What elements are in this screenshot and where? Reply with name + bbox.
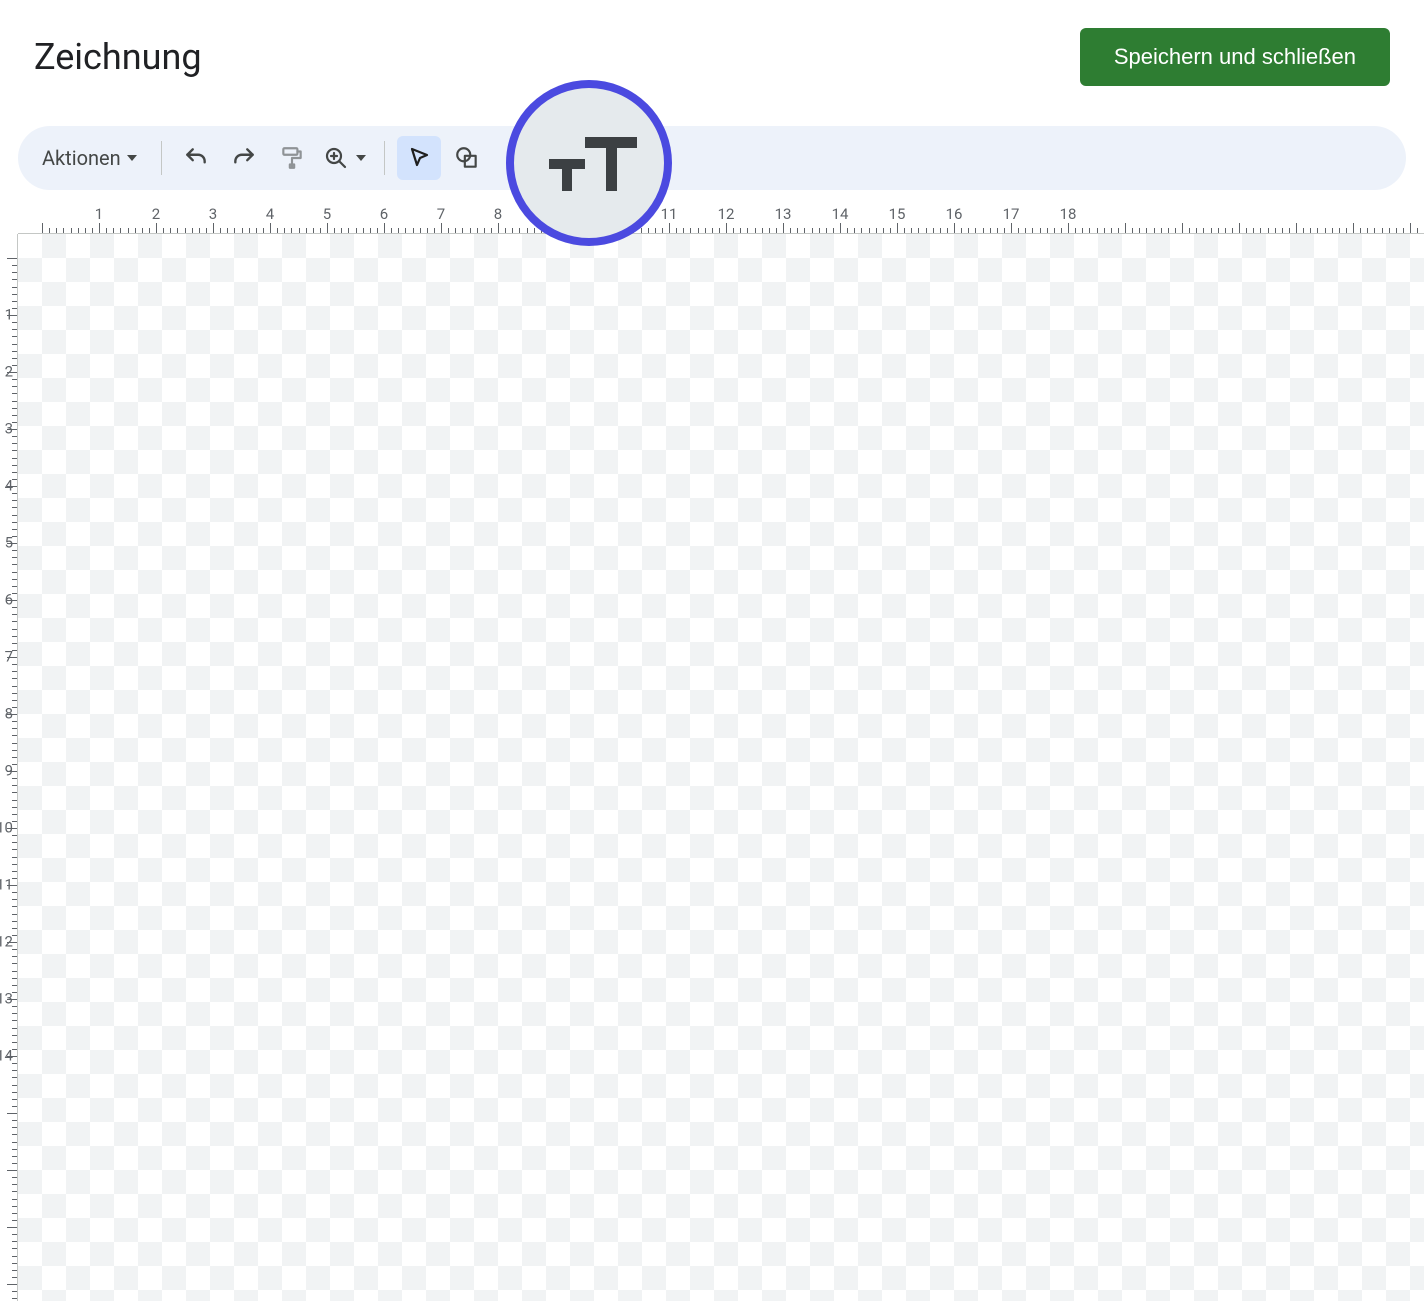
ruler-number: 10 <box>0 821 13 836</box>
save-and-close-button[interactable]: Speichern und schließen <box>1080 28 1390 86</box>
ruler-number: 4 <box>266 205 274 223</box>
undo-icon <box>183 145 209 171</box>
dropdown-arrow-icon <box>127 155 137 161</box>
ruler-number: 14 <box>0 1049 13 1064</box>
actions-menu-label: Aktionen <box>42 146 121 170</box>
separator <box>161 141 162 175</box>
ruler-number: 7 <box>5 650 13 665</box>
ruler-number: 1 <box>5 308 13 323</box>
ruler-number: 11 <box>661 205 678 223</box>
ruler-number: 5 <box>5 536 13 551</box>
ruler-number: 12 <box>718 205 735 223</box>
zoom-icon <box>324 146 348 170</box>
ruler-number: 2 <box>152 205 160 223</box>
separator <box>384 141 385 175</box>
ruler-number: 3 <box>5 422 13 437</box>
zoom-button[interactable] <box>318 136 372 180</box>
drawing-canvas[interactable] <box>18 234 1424 1301</box>
cursor-icon <box>407 146 431 170</box>
dialog-title: Zeichnung <box>34 36 202 78</box>
ruler-area: 123456789101112131415161718 123456789101… <box>0 204 1424 1301</box>
ruler-number: 13 <box>775 205 792 223</box>
actions-menu-button[interactable]: Aktionen <box>36 136 149 180</box>
ruler-number: 3 <box>209 205 217 223</box>
ruler-number: 5 <box>323 205 331 223</box>
ruler-number: 7 <box>437 205 445 223</box>
ruler-number: 6 <box>380 205 388 223</box>
redo-button[interactable] <box>222 136 266 180</box>
redo-icon <box>231 145 257 171</box>
shape-tool-button[interactable] <box>445 136 489 180</box>
ruler-number: 6 <box>5 593 13 608</box>
ruler-number: 8 <box>5 707 13 722</box>
vertical-ruler: 1234567891011121314 <box>0 234 18 1301</box>
dialog-header: Zeichnung Speichern und schließen <box>0 0 1424 104</box>
ruler-number: 13 <box>0 992 13 1007</box>
ruler-number: 17 <box>1003 205 1020 223</box>
ruler-number: 16 <box>946 205 963 223</box>
ruler-number: 9 <box>5 764 13 779</box>
shape-icon <box>454 145 480 171</box>
undo-button[interactable] <box>174 136 218 180</box>
ruler-number: 4 <box>5 479 13 494</box>
text-size-icon <box>539 123 639 203</box>
select-tool-button[interactable] <box>397 136 441 180</box>
ruler-number: 14 <box>832 205 849 223</box>
paint-format-icon <box>279 145 305 171</box>
dropdown-arrow-icon <box>356 155 366 161</box>
toolbar: Aktionen <box>18 126 1406 190</box>
ruler-number: 8 <box>494 205 502 223</box>
horizontal-ruler: 123456789101112131415161718 <box>18 204 1424 234</box>
ruler-number: 15 <box>889 205 906 223</box>
highlighted-text-size-button[interactable] <box>506 80 672 246</box>
ruler-number: 18 <box>1060 205 1077 223</box>
ruler-number: 2 <box>5 365 13 380</box>
ruler-number: 1 <box>95 205 103 223</box>
ruler-number: 12 <box>0 935 13 950</box>
paint-format-button[interactable] <box>270 136 314 180</box>
ruler-number: 11 <box>0 878 13 893</box>
